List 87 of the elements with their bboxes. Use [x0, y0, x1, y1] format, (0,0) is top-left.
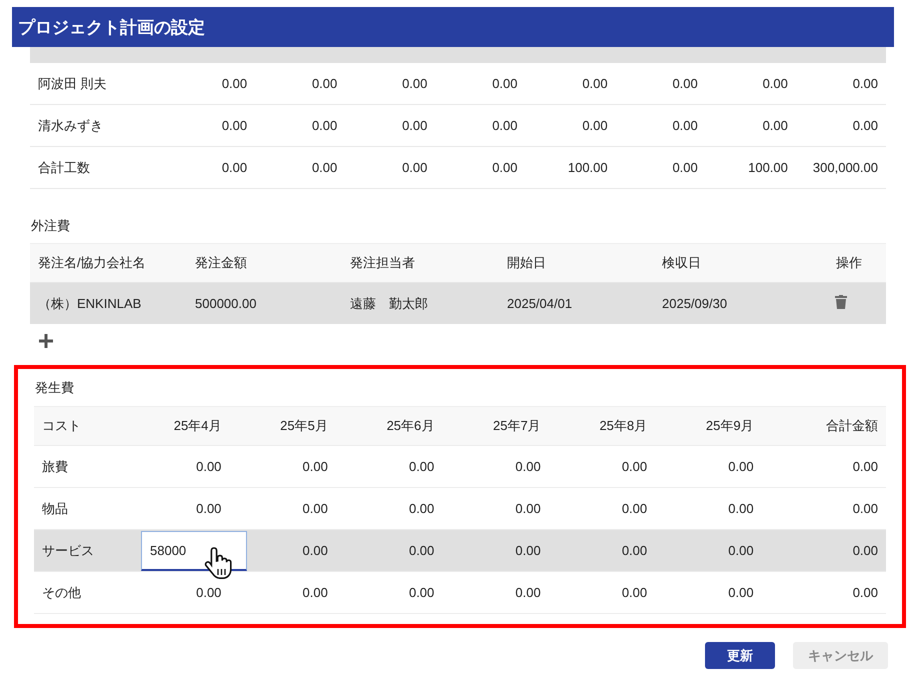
table-row[interactable]: （株）ENKINLAB 500000.00 遠藤 勤太郎 2025/04/01 2025/09/30 — [30, 283, 886, 324]
row-label: 旅費 — [41, 458, 69, 476]
table-cell-text: 0.00 — [408, 501, 436, 516]
column-header: 25年4月 — [172, 417, 222, 435]
table-cell-text: 0.00 — [671, 160, 699, 175]
table-cell-text: 0.00 — [302, 543, 329, 558]
table-cell-text: 0.00 — [302, 459, 329, 474]
amount-input-field[interactable]: 58000 — [141, 530, 247, 570]
table-cell-text: 0.00 — [852, 501, 879, 516]
table-cell-text: 0.00 — [310, 160, 338, 175]
table-cell-text: 0.00 — [491, 76, 518, 91]
table-cell-text: 0.00 — [310, 118, 338, 133]
table-cell-text: 0.00 — [220, 160, 248, 175]
column-header: 発注金額 — [194, 254, 248, 272]
table-cell-text: 300,000.00 — [812, 160, 879, 175]
table-cell-text: 0.00 — [302, 501, 329, 516]
table-cell-text: 0.00 — [727, 543, 755, 558]
table-cell-text: 2025/09/30 — [661, 296, 728, 311]
table-cell-text: 0.00 — [852, 459, 879, 474]
table-cell-text: 0.00 — [852, 118, 879, 133]
row-label: サービス — [41, 542, 95, 560]
row-label: その他 — [41, 584, 82, 602]
table-row[interactable]: その他 0.00 0.00 0.00 0.00 0.00 0.00 0.00 — [34, 572, 886, 614]
table-cell-text: 0.00 — [620, 585, 648, 600]
table-cell-text: 0.00 — [408, 543, 436, 558]
table-cell-text: 0.00 — [491, 118, 518, 133]
table-cell-text: 100.00 — [747, 160, 789, 175]
table-cell-text: 0.00 — [401, 160, 428, 175]
table-cell-text: 0.00 — [491, 160, 518, 175]
table-cell-text: 0.00 — [220, 118, 248, 133]
table-cell-text: 0.00 — [302, 585, 329, 600]
table-cell-text: 0.00 — [581, 76, 609, 91]
section-title: 外注費 — [30, 217, 71, 235]
column-header: 発注担当者 — [349, 254, 416, 272]
table-cell-text: 遠藤 勤太郎 — [349, 294, 429, 312]
column-header: 25年8月 — [598, 417, 648, 435]
table-cell-text: 0.00 — [514, 501, 542, 516]
table-cell-text: 0.00 — [671, 76, 699, 91]
table-cell-text: （株）ENKINLAB — [37, 294, 142, 312]
table-cell-text: 0.00 — [620, 501, 648, 516]
table-cell-text: 0.00 — [195, 585, 222, 600]
row-label: 物品 — [41, 500, 69, 518]
table-cell-text: 0.00 — [762, 118, 789, 133]
table-cell-text: 0.00 — [195, 501, 222, 516]
table-cell-text: 0.00 — [408, 459, 436, 474]
table-cell-text: 0.00 — [852, 76, 879, 91]
table-cell-text: 0.00 — [620, 459, 648, 474]
column-header: 開始日 — [506, 254, 547, 272]
table-cell-text: 0.00 — [671, 118, 699, 133]
section-title: 発生費 — [34, 379, 75, 397]
window-title: プロジェクト計画の設定 — [12, 7, 894, 47]
table-cell-text: 0.00 — [581, 118, 609, 133]
table-cell-text: 0.00 — [401, 76, 428, 91]
table-cell-text: 0.00 — [408, 585, 436, 600]
table-cell-text: 0.00 — [401, 118, 428, 133]
table-cell-text: 0.00 — [852, 543, 879, 558]
column-header: 検収日 — [661, 254, 702, 272]
row-label: 阿波田 則夫 — [37, 74, 108, 92]
table-cell-text: 0.00 — [514, 543, 542, 558]
row-label: 合計工数 — [37, 158, 91, 176]
column-header: コスト — [41, 417, 82, 435]
table-cell-text: 2025/04/01 — [506, 296, 574, 311]
column-header: 25年9月 — [704, 417, 755, 435]
column-header: 発注名/協力会社名 — [37, 254, 147, 272]
column-header: 25年7月 — [492, 417, 542, 435]
table-cell-text: 500000.00 — [194, 296, 258, 311]
table-cell-text: 0.00 — [762, 76, 789, 91]
trash-icon[interactable] — [835, 295, 847, 309]
table-cell-text: 0.00 — [727, 501, 755, 516]
table-cell-text: 0.00 — [852, 585, 879, 600]
table-cell-text: 0.00 — [514, 585, 542, 600]
table-cell-text: 0.00 — [310, 76, 338, 91]
row-label: 清水みずき — [37, 116, 104, 134]
table-cell-text: 0.00 — [195, 459, 222, 474]
table-cell-text: 0.00 — [514, 459, 542, 474]
plus-icon[interactable] — [39, 334, 53, 348]
column-header: 操作 — [835, 254, 863, 272]
table-cell-text: 0.00 — [220, 76, 248, 91]
table-cell-text: 0.00 — [620, 543, 648, 558]
column-header: 25年6月 — [386, 417, 436, 435]
update-button[interactable]: 更新 — [705, 642, 775, 669]
column-header: 合計金額 — [825, 417, 879, 435]
column-header: 25年5月 — [279, 417, 329, 435]
table-row[interactable]: 旅費 0.00 0.00 0.00 0.00 0.00 0.00 0.00 — [34, 446, 886, 488]
table-cell-text: 0.00 — [727, 585, 755, 600]
table-cell-text: 0.00 — [727, 459, 755, 474]
table-cell-text: 100.00 — [566, 160, 609, 175]
